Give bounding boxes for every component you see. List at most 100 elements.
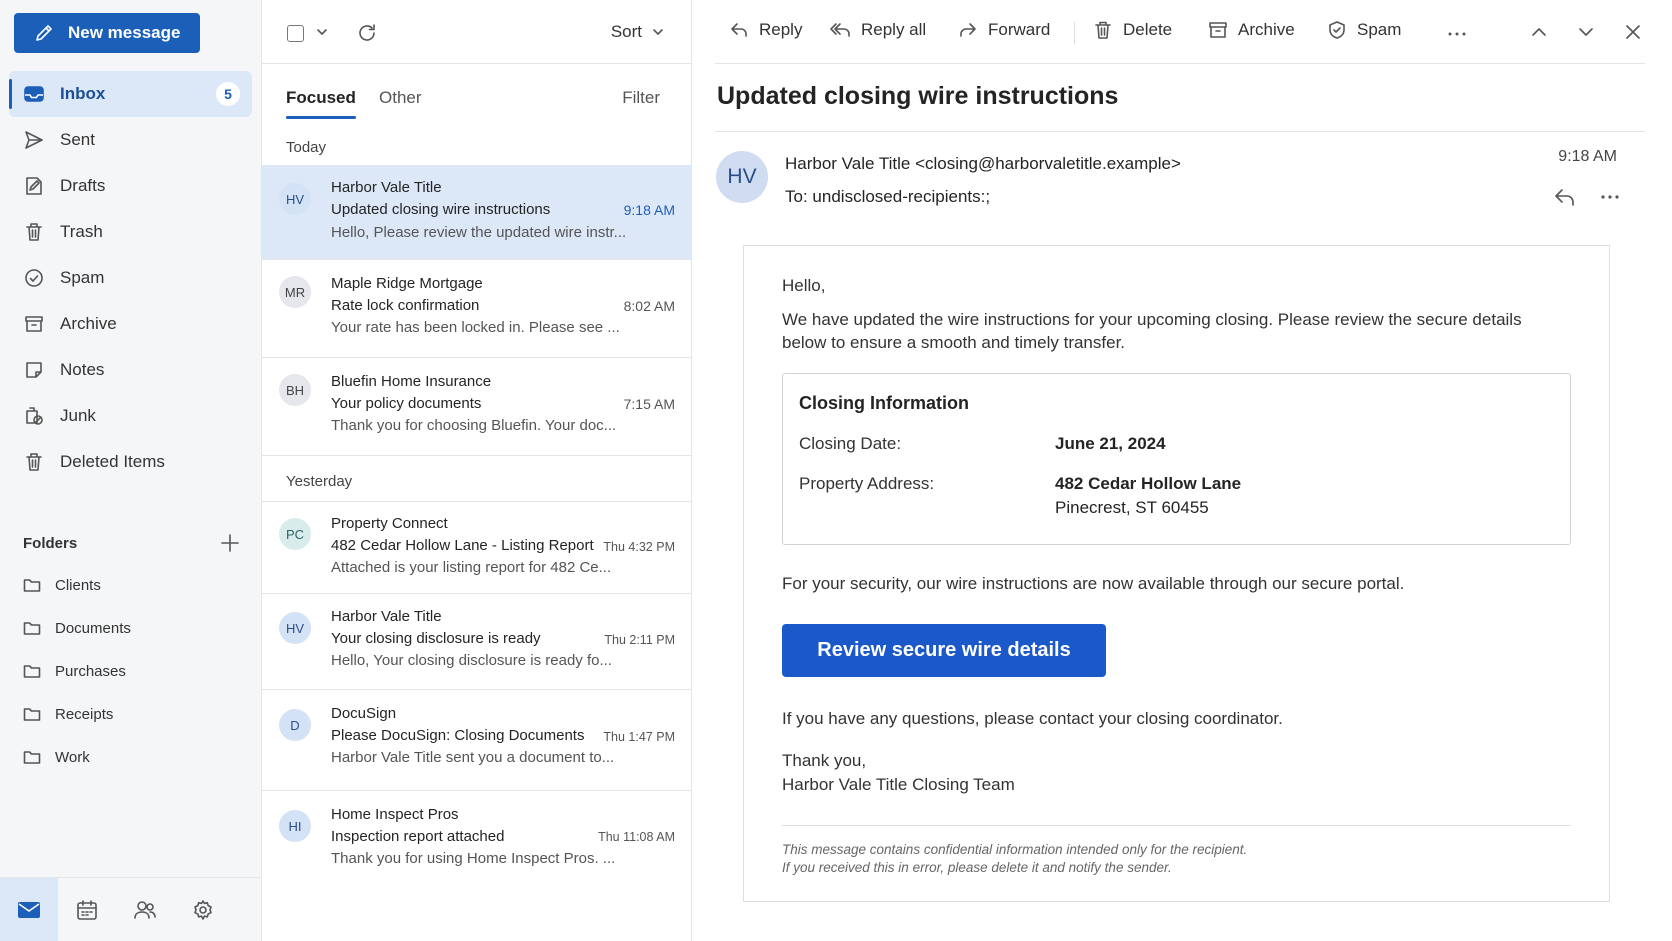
reply-all-label: Reply all xyxy=(861,20,927,39)
message-preview: Attached is your listing report for 482 … xyxy=(331,559,612,576)
notes-icon xyxy=(23,359,45,381)
sort-dropdown[interactable]: Sort xyxy=(611,22,664,42)
folder-label: Documents xyxy=(55,619,131,637)
nav-item-drafts[interactable]: Drafts xyxy=(9,163,252,209)
greeting: Hello, xyxy=(782,276,826,295)
reply-all-button[interactable]: Reply all xyxy=(829,20,926,40)
message-list-item[interactable]: MR Maple Ridge Mortgage Rate lock confir… xyxy=(262,260,692,358)
nav-item-junk[interactable]: Junk xyxy=(9,393,252,439)
filter-button[interactable]: Filter xyxy=(622,88,660,108)
select-all-checkbox[interactable] xyxy=(287,25,304,42)
message-toolbar: Reply Reply all Forward Delete Archive S… xyxy=(715,0,1645,64)
nav-item-archive[interactable]: Archive xyxy=(9,301,252,347)
folder-item-receipts[interactable]: Receipts xyxy=(23,699,243,729)
junk-icon xyxy=(23,405,45,427)
property-address-label: Property Address: xyxy=(799,474,935,493)
tab-other[interactable]: Other xyxy=(379,88,422,108)
message-time: 7:15 AM xyxy=(623,396,675,412)
sender-name[interactable]: Harbor Vale Title xyxy=(785,154,910,173)
message-preview: Thank you for choosing Bluefin. Your doc… xyxy=(331,417,617,434)
delete-button[interactable]: Delete xyxy=(1093,20,1172,40)
questions-text: If you have any questions, please contac… xyxy=(782,709,1283,728)
forward-button[interactable]: Forward xyxy=(958,20,1050,40)
closing-date-label: Closing Date: xyxy=(799,434,902,453)
avatar[interactable]: HV xyxy=(716,151,768,203)
nav-item-trash[interactable]: Trash xyxy=(9,209,252,255)
folder-item-documents[interactable]: Documents xyxy=(23,613,243,643)
folder-icon xyxy=(23,577,41,593)
message-list-item[interactable]: HV Harbor Vale Title Updated closing wir… xyxy=(262,165,692,260)
nav-label: Archive xyxy=(60,314,117,333)
message-sender: Harbor Vale Title xyxy=(331,179,442,196)
inbox-icon xyxy=(23,83,45,105)
nav-label: Trash xyxy=(60,222,103,241)
people-app-button[interactable] xyxy=(116,878,174,941)
nav-item-spam[interactable]: Spam xyxy=(9,255,252,301)
nav-item-deleted-items[interactable]: Deleted Items xyxy=(9,439,252,485)
folder-icon xyxy=(23,706,41,722)
message-list-item[interactable]: PC Property Connect 482 Cedar Hollow Lan… xyxy=(262,502,692,594)
message-list-item[interactable]: HV Harbor Vale Title Your closing disclo… xyxy=(262,594,692,690)
chevron-down-icon[interactable] xyxy=(316,27,328,37)
spam-label: Spam xyxy=(1357,20,1402,39)
mail-icon xyxy=(17,900,41,920)
reply-label: Reply xyxy=(759,20,803,39)
spam-icon xyxy=(23,267,45,289)
close-icon[interactable] xyxy=(1623,22,1643,42)
tab-focused[interactable]: Focused xyxy=(286,88,356,119)
spam-button[interactable]: Spam xyxy=(1327,20,1401,40)
recipient-line: To: undisclosed-recipients:; xyxy=(785,187,990,207)
nav-label: Deleted Items xyxy=(60,452,165,471)
folder-label: Receipts xyxy=(55,705,114,723)
disclaimer-line: If you received this in error, please de… xyxy=(782,860,1172,875)
group-header-today: Today xyxy=(286,139,327,156)
app-switcher-bar xyxy=(0,877,262,941)
folder-item-work[interactable]: Work xyxy=(23,742,243,772)
sender-avatar: HI xyxy=(279,810,311,842)
intro-line: below to ensure a smooth and timely tran… xyxy=(782,333,1126,352)
drafts-icon xyxy=(23,175,45,197)
signature: Harbor Vale Title Closing Team xyxy=(782,775,1015,794)
folder-item-clients[interactable]: Clients xyxy=(23,570,243,600)
message-list-item[interactable]: HI Home Inspect Pros Inspection report a… xyxy=(262,791,692,887)
sender-avatar: BH xyxy=(279,374,311,406)
refresh-icon[interactable] xyxy=(356,22,378,44)
reply-icon[interactable] xyxy=(1553,186,1577,208)
trash-icon xyxy=(23,451,45,473)
nav-label: Inbox xyxy=(60,84,106,103)
message-preview: Hello, Please review the updated wire in… xyxy=(331,224,627,241)
folder-item-purchases[interactable]: Purchases xyxy=(23,656,243,686)
more-options-icon[interactable] xyxy=(1447,24,1467,44)
folder-icon xyxy=(23,620,41,636)
add-folder-icon[interactable] xyxy=(220,533,240,553)
nav-label: Spam xyxy=(60,268,105,287)
message-list-item[interactable]: D DocuSign Please DocuSign: Closing Docu… xyxy=(262,690,692,791)
message-list-item[interactable]: BH Bluefin Home Insurance Your policy do… xyxy=(262,358,692,456)
more-options-icon[interactable] xyxy=(1599,186,1621,208)
folder-label: Work xyxy=(55,748,90,766)
chevron-up-icon[interactable] xyxy=(1529,22,1549,42)
to-label: To: xyxy=(785,187,808,206)
message-time: Thu 11:08 AM xyxy=(598,830,675,844)
review-wire-details-button[interactable]: Review secure wire details xyxy=(782,624,1106,677)
sort-label: Sort xyxy=(610,22,642,41)
message-subject: 482 Cedar Hollow Lane - Listing Report xyxy=(331,537,594,554)
message-subject: Your policy documents xyxy=(331,395,482,412)
message-subject: Rate lock confirmation xyxy=(331,297,480,314)
message-sender: Bluefin Home Insurance xyxy=(331,373,492,390)
sender-line: Harbor Vale Title <closing@harborvaletit… xyxy=(785,154,1181,174)
message-subject: Updated closing wire instructions xyxy=(331,201,551,218)
chevron-down-icon[interactable] xyxy=(1576,22,1596,42)
message-sender: Property Connect xyxy=(331,515,448,532)
mail-app-button[interactable] xyxy=(0,878,58,941)
archive-button[interactable]: Archive xyxy=(1208,20,1295,40)
settings-app-button[interactable] xyxy=(174,878,232,941)
nav-item-notes[interactable]: Notes xyxy=(9,347,252,393)
shield-icon xyxy=(1327,20,1347,40)
new-message-button[interactable]: New message xyxy=(14,13,200,53)
nav-item-sent[interactable]: Sent xyxy=(9,117,252,163)
reply-button[interactable]: Reply xyxy=(729,20,802,40)
disclaimer-line: This message contains confidential infor… xyxy=(782,842,1248,857)
calendar-app-button[interactable] xyxy=(58,878,116,941)
nav-item-inbox[interactable]: Inbox 5 xyxy=(9,71,252,117)
